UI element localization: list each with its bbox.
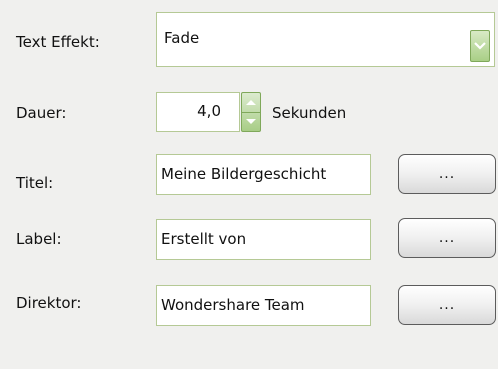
- triangle-down-icon: [246, 119, 256, 124]
- chevron-down-icon: [474, 42, 486, 50]
- label-value: Erstellt von: [161, 230, 247, 248]
- duration-label: Dauer:: [16, 104, 67, 122]
- duration-input[interactable]: 4,0: [156, 92, 240, 132]
- duration-spinner[interactable]: [241, 92, 261, 132]
- label-label: Label:: [16, 230, 62, 248]
- text-effect-dropdown[interactable]: Fade: [156, 12, 495, 67]
- director-label: Direktor:: [16, 294, 82, 312]
- text-effect-label: Text Effekt:: [16, 33, 100, 51]
- director-input[interactable]: Wondershare Team: [156, 285, 371, 326]
- duration-unit: Sekunden: [272, 104, 347, 122]
- label-browse-button[interactable]: ...: [398, 218, 496, 258]
- dropdown-button[interactable]: [470, 30, 490, 62]
- spin-down-button[interactable]: [242, 112, 260, 131]
- spin-up-button[interactable]: [242, 93, 260, 113]
- title-browse-button[interactable]: ...: [398, 154, 496, 194]
- title-value: Meine Bildergeschicht: [161, 165, 327, 183]
- director-browse-button[interactable]: ...: [398, 285, 496, 325]
- duration-value: 4,0: [197, 102, 221, 120]
- title-input[interactable]: Meine Bildergeschicht: [156, 154, 371, 195]
- label-input[interactable]: Erstellt von: [156, 219, 371, 260]
- text-effect-value: Fade: [164, 29, 200, 47]
- triangle-up-icon: [246, 100, 256, 105]
- director-value: Wondershare Team: [161, 296, 305, 314]
- title-label: Titel:: [16, 174, 54, 192]
